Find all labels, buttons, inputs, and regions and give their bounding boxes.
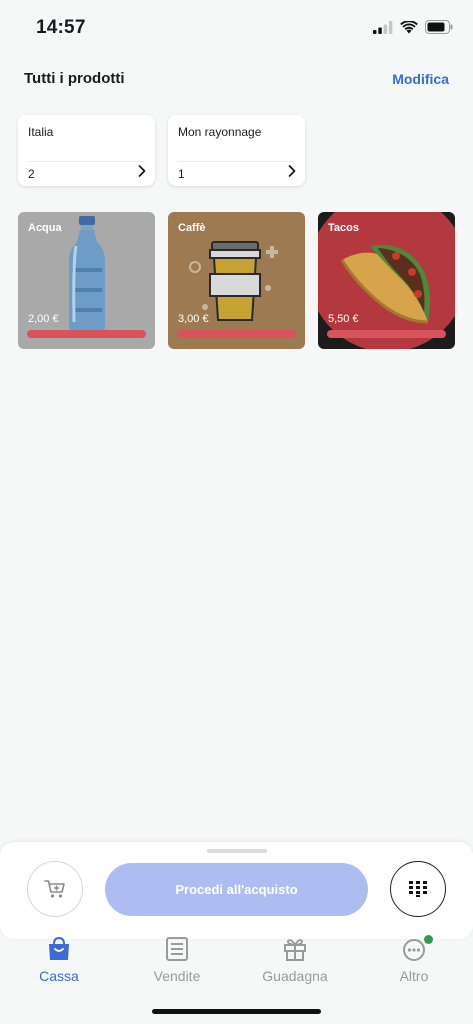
- product-name: Acqua: [28, 222, 62, 234]
- tab-altro[interactable]: Altro: [355, 934, 473, 986]
- wifi-icon: [400, 20, 418, 33]
- header: Tutti i prodotti Modifica: [0, 70, 473, 92]
- product-price-bar: [27, 330, 146, 338]
- cellular-signal-icon: [373, 20, 393, 34]
- status-icons: [373, 20, 453, 34]
- tab-bar: Cassa Vendite Guadagna Altro: [0, 930, 473, 990]
- chevron-right-icon: [288, 165, 296, 177]
- product-price: 2,00 €: [28, 313, 59, 325]
- category-card-italia[interactable]: Italia 2: [18, 115, 155, 186]
- page-title: Tutti i prodotti: [24, 70, 125, 87]
- status-bar: 14:57: [0, 0, 473, 56]
- home-indicator: [152, 1009, 321, 1014]
- cart-icon: [44, 880, 65, 898]
- cart-button[interactable]: [27, 861, 83, 917]
- category-card-mon-rayonnage[interactable]: Mon rayonnage 1: [168, 115, 305, 186]
- category-divider: [28, 161, 145, 162]
- tab-label: Cassa: [39, 968, 79, 984]
- keypad-button[interactable]: [390, 861, 446, 917]
- product-tile-caffe[interactable]: Caffè 3,00 €: [168, 212, 305, 349]
- category-name: Italia: [28, 125, 54, 139]
- shopping-bag-icon: [49, 936, 69, 960]
- notification-dot: [423, 934, 434, 945]
- tab-label: Altro: [399, 968, 429, 984]
- product-tile-tacos[interactable]: Tacos 5,50 €: [318, 212, 455, 349]
- category-name: Mon rayonnage: [178, 125, 262, 139]
- product-tile-acqua[interactable]: Acqua 2,00 €: [18, 212, 155, 349]
- product-price-bar: [327, 330, 446, 338]
- category-divider: [178, 161, 295, 162]
- tab-guadagna[interactable]: Guadagna: [236, 934, 354, 986]
- category-count: 2: [28, 167, 35, 181]
- category-count: 1: [178, 167, 185, 181]
- keypad-icon: [409, 881, 427, 897]
- product-price-bar: [177, 330, 296, 338]
- edit-button[interactable]: Modifica: [392, 71, 449, 87]
- tab-label: Vendite: [153, 968, 201, 984]
- product-name: Tacos: [328, 222, 359, 234]
- tab-label: Guadagna: [262, 968, 328, 984]
- receipt-list-icon: [166, 937, 188, 961]
- chevron-right-icon: [138, 165, 146, 177]
- drag-handle[interactable]: [207, 849, 267, 853]
- tab-vendite[interactable]: Vendite: [118, 934, 236, 986]
- battery-icon: [425, 20, 453, 34]
- product-price: 5,50 €: [328, 313, 359, 325]
- gift-icon: [284, 939, 306, 961]
- product-name: Caffè: [178, 222, 206, 234]
- checkout-button[interactable]: Procedi all'acquisto: [105, 863, 368, 916]
- checkout-panel: Procedi all'acquisto: [0, 842, 473, 939]
- status-time: 14:57: [36, 17, 86, 38]
- tab-cassa[interactable]: Cassa: [0, 934, 118, 986]
- product-price: 3,00 €: [178, 313, 209, 325]
